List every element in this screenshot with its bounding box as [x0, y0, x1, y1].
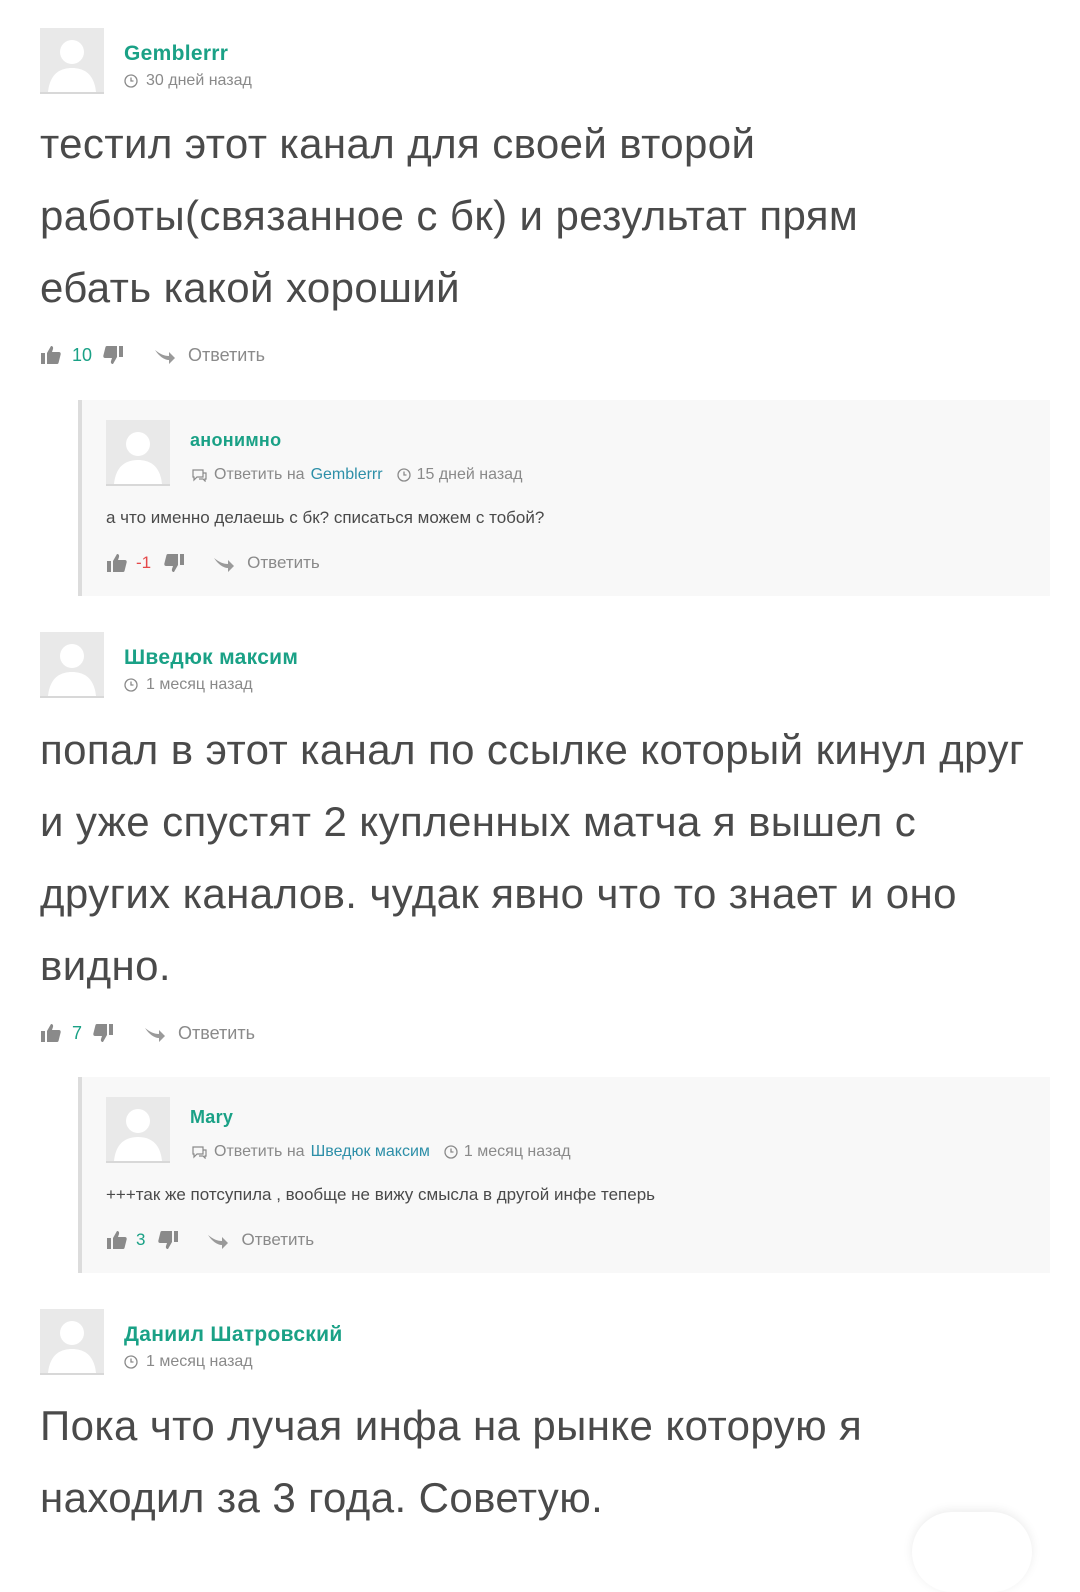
clock-icon: [124, 74, 138, 88]
clock-icon: [444, 1145, 458, 1159]
thumbs-up-icon[interactable]: [106, 1229, 128, 1251]
reply-to-link[interactable]: Gemblerrr: [311, 466, 383, 484]
comment-actions: 3 Ответить: [106, 1229, 314, 1251]
clock-icon: [124, 1355, 138, 1369]
user-placeholder-icon: [106, 1097, 170, 1161]
comment-author[interactable]: Шведюк максим: [124, 646, 298, 670]
comment-author[interactable]: анонимно: [190, 430, 281, 451]
user-placeholder-icon: [40, 1309, 104, 1373]
reply-button[interactable]: Ответить: [154, 344, 265, 366]
user-placeholder-icon: [106, 420, 170, 484]
reply-arrow-icon: [155, 350, 176, 364]
vote-count: 3: [136, 1230, 146, 1249]
comment-meta: Ответить на Шведюк максим 1 месяц назад: [190, 1143, 571, 1161]
reply-to-link[interactable]: Шведюк максим: [311, 1143, 430, 1161]
comment-time: 1 месяц назад: [146, 1353, 253, 1370]
avatar[interactable]: [40, 632, 104, 698]
vote-count: 10: [72, 344, 93, 365]
reply-comment-2: Mary Ответить на Шведюк максим 1 месяц н…: [78, 1077, 1050, 1273]
reply-to-label: Ответить на: [214, 466, 305, 483]
avatar[interactable]: [40, 1309, 104, 1375]
avatar[interactable]: [106, 420, 170, 486]
comment-text: а что именно делаешь с бк? списаться мож…: [106, 508, 545, 527]
comment-text: тестил этот канал для своей второй работ…: [40, 120, 859, 311]
reply-button[interactable]: Ответить: [213, 552, 320, 574]
clock-icon: [396, 468, 411, 482]
floating-button[interactable]: [912, 1512, 1032, 1592]
thumbs-up-icon[interactable]: [40, 344, 62, 366]
comment-meta: 1 месяц назад: [124, 1353, 253, 1371]
comment-actions: 7 Ответить: [40, 1022, 255, 1044]
avatar[interactable]: [40, 28, 104, 94]
reply-to-label: Ответить на: [214, 1143, 305, 1160]
user-placeholder-icon: [40, 632, 104, 696]
comment-text: попал в этот канал по ссылке который кин…: [40, 726, 1025, 989]
speech-bubble-icon: [192, 1146, 207, 1159]
comment-author[interactable]: Даниил Шатровский: [124, 1323, 343, 1347]
comment-time: 30 дней назад: [146, 72, 252, 89]
comment-actions: 10 Ответить: [40, 344, 265, 366]
speech-bubble-icon: [192, 469, 207, 482]
reply-button[interactable]: Ответить: [144, 1022, 255, 1044]
reply-label: Ответить: [178, 1022, 255, 1043]
reply-comment-1: анонимно Ответить на Gemblerrr 15 дней н…: [78, 400, 1050, 596]
thumbs-down-icon[interactable]: [92, 1022, 114, 1044]
reply-label: Ответить: [241, 1230, 315, 1249]
user-placeholder-icon: [40, 28, 104, 92]
clock-icon: [124, 678, 138, 692]
thumbs-down-icon[interactable]: [102, 344, 124, 366]
comment-time: 1 месяц назад: [146, 676, 253, 693]
reply-label: Ответить: [247, 553, 320, 572]
comment-text: +++так же потсупила , вообще не вижу смы…: [106, 1185, 656, 1204]
thumbs-up-icon[interactable]: [106, 552, 128, 574]
comment-text: Пока что лучая инфа на рынке которую я н…: [40, 1402, 863, 1521]
comment-time: 1 месяц назад: [463, 1143, 571, 1160]
thumbs-down-icon[interactable]: [157, 1229, 179, 1251]
thumbs-up-icon[interactable]: [40, 1022, 62, 1044]
vote-count: 7: [72, 1022, 83, 1043]
reply-arrow-icon: [208, 1235, 229, 1249]
avatar[interactable]: [106, 1097, 170, 1163]
thumbs-down-icon[interactable]: [163, 552, 185, 574]
vote-count: -1: [136, 553, 152, 572]
comment-meta: 1 месяц назад: [124, 676, 253, 694]
comment-meta: 30 дней назад: [124, 72, 252, 90]
comment-time: 15 дней назад: [416, 466, 523, 483]
comment-meta: Ответить на Gemblerrr 15 дней назад: [190, 466, 522, 484]
comment-actions: -1 Ответить: [106, 552, 320, 574]
reply-button[interactable]: Ответить: [207, 1229, 314, 1251]
comment-author[interactable]: Mary: [190, 1107, 233, 1128]
comment-author[interactable]: Gemblerrr: [124, 42, 228, 66]
reply-arrow-icon: [145, 1028, 166, 1042]
reply-label: Ответить: [188, 344, 265, 365]
reply-arrow-icon: [214, 558, 235, 572]
